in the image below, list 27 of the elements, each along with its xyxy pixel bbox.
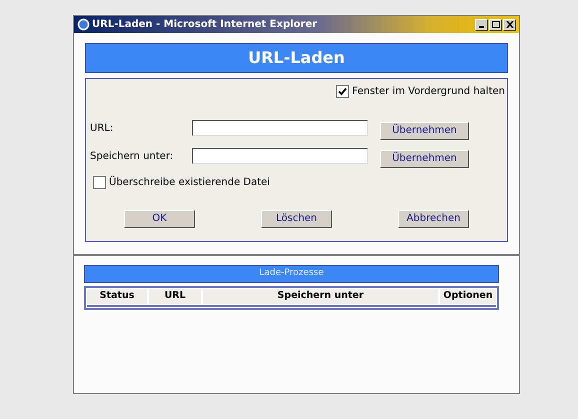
text-field[interactable] <box>192 148 368 164</box>
column-header: Speichern unter <box>203 289 438 304</box>
dialog-button[interactable]: Abbrechen <box>398 210 469 228</box>
checkbox-label: Überschreibe existierende Datei <box>109 175 270 190</box>
column-header: URL <box>149 289 201 304</box>
checkbox[interactable] <box>336 85 350 98</box>
close-button[interactable] <box>503 18 516 30</box>
checkmark-icon <box>338 87 348 96</box>
field-label: URL: <box>90 122 114 136</box>
maximize-button[interactable] <box>489 18 502 30</box>
maximize-icon <box>492 21 500 28</box>
dialog-button[interactable]: Übernehmen <box>380 150 469 168</box>
column-header: Status <box>87 289 147 304</box>
page-header: URL-Laden <box>85 43 508 73</box>
checkbox[interactable] <box>93 176 106 189</box>
browser-icon <box>77 18 90 31</box>
close-icon <box>506 21 514 28</box>
window-title: URL-Laden - Microsoft Internet Explorer <box>92 18 318 32</box>
section-header: Lade-Prozesse <box>84 265 499 283</box>
column-header: Optionen <box>440 289 496 304</box>
field-label: Speichern unter: <box>90 150 174 164</box>
dialog-button[interactable]: OK <box>124 210 195 228</box>
minimize-button[interactable] <box>475 18 488 30</box>
checkbox-label: Fenster im Vordergrund halten <box>352 85 505 99</box>
text-field[interactable] <box>192 120 368 136</box>
dialog-button[interactable]: Übernehmen <box>380 122 469 140</box>
dialog-button[interactable]: Löschen <box>261 210 332 228</box>
